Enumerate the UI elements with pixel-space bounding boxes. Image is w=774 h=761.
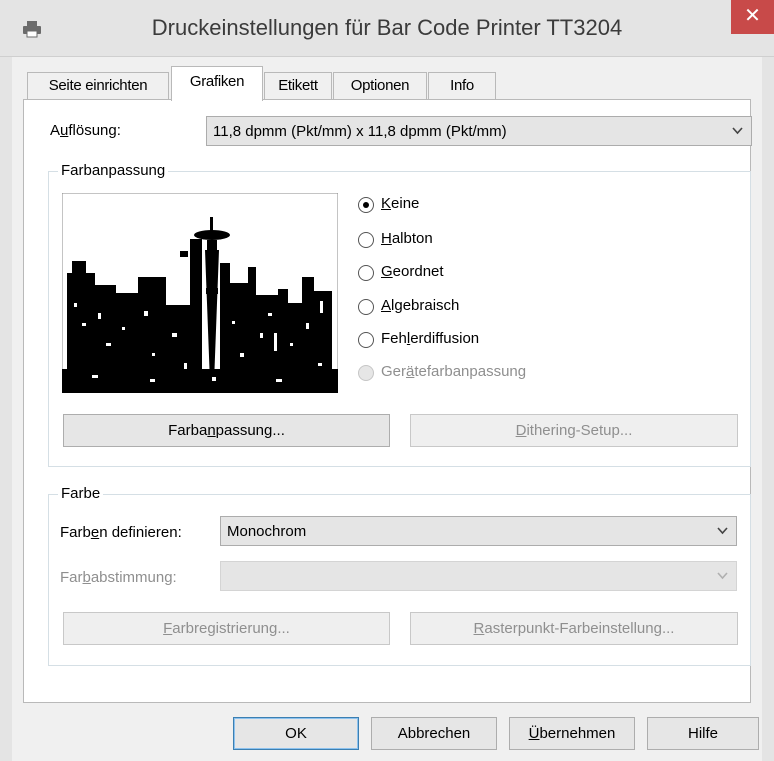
tab-label: Seite einrichten bbox=[48, 77, 148, 94]
radio-button[interactable] bbox=[358, 299, 374, 315]
radio-label: Halbton bbox=[381, 230, 433, 247]
apply-button[interactable]: Übernehmen bbox=[509, 717, 635, 750]
dithering-setup-button[interactable]: Dithering-Setup... bbox=[410, 414, 738, 447]
resolution-value: 11,8 dpmm (Pkt/mm) x 11,8 dpmm (Pkt/mm) bbox=[213, 123, 507, 140]
cancel-button[interactable]: Abbrechen bbox=[371, 717, 497, 750]
define-colors-label: Farben definieren: bbox=[60, 524, 182, 541]
close-button[interactable]: ✕ bbox=[731, 0, 774, 34]
city-skyline-dither-icon bbox=[61, 192, 339, 394]
radio-selected-dot bbox=[363, 202, 369, 208]
tab-label: Optionen bbox=[350, 77, 410, 94]
radio-button[interactable] bbox=[358, 265, 374, 281]
tab-label: Info bbox=[450, 77, 474, 94]
ok-button[interactable]: OK bbox=[233, 717, 359, 750]
chevron-down-icon bbox=[717, 572, 728, 580]
window-title: Druckeinstellungen für Bar Code Printer … bbox=[151, 15, 623, 40]
radio-label: Fehlerdiffusion bbox=[381, 330, 480, 347]
radio-label: Gerätefarbanpassung bbox=[381, 363, 527, 380]
raster-color-settings-button[interactable]: Rasterpunkt-Farbeinstellung... bbox=[410, 612, 738, 645]
tab-etikett[interactable]: Etikett bbox=[264, 72, 332, 99]
tab-label: Grafiken bbox=[189, 73, 245, 90]
radio-button[interactable] bbox=[358, 197, 374, 213]
tab-grafiken[interactable]: Grafiken bbox=[171, 66, 263, 101]
radio-button[interactable] bbox=[358, 332, 374, 348]
chevron-down-icon bbox=[717, 527, 728, 535]
resolution-label: Auflösung: bbox=[50, 122, 121, 139]
tab-optionen[interactable]: Optionen bbox=[333, 72, 427, 99]
tab-info[interactable]: Info bbox=[428, 72, 496, 99]
tab-seite-einrichten[interactable]: Seite einrichten bbox=[27, 72, 169, 99]
define-colors-value: Monochrom bbox=[227, 523, 307, 540]
close-icon: ✕ bbox=[744, 5, 761, 27]
window-frame-left bbox=[0, 57, 12, 761]
radio-button bbox=[358, 365, 374, 381]
radio-button[interactable] bbox=[358, 232, 374, 248]
chevron-down-icon bbox=[732, 127, 743, 135]
radio-label: Geordnet bbox=[381, 263, 444, 280]
radio-label: Keine bbox=[381, 195, 420, 212]
color-group-label: Farbe bbox=[58, 485, 104, 502]
color-registration-button[interactable]: Farbregistrierung... bbox=[63, 612, 390, 645]
color-tuning-label: Farbabstimmung: bbox=[60, 569, 177, 586]
tab-label: Etikett bbox=[278, 77, 318, 94]
color-tuning-select[interactable] bbox=[220, 561, 737, 591]
color-matching-group-label: Farbanpassung bbox=[58, 162, 169, 179]
window-frame-right bbox=[762, 57, 774, 761]
color-matching-button[interactable]: Farbanpassung... bbox=[63, 414, 390, 447]
define-colors-select[interactable]: Monochrom bbox=[220, 516, 737, 546]
radio-label: Algebraisch bbox=[381, 297, 460, 314]
resolution-select[interactable]: 11,8 dpmm (Pkt/mm) x 11,8 dpmm (Pkt/mm) bbox=[206, 116, 752, 146]
help-button[interactable]: Hilfe bbox=[647, 717, 759, 750]
